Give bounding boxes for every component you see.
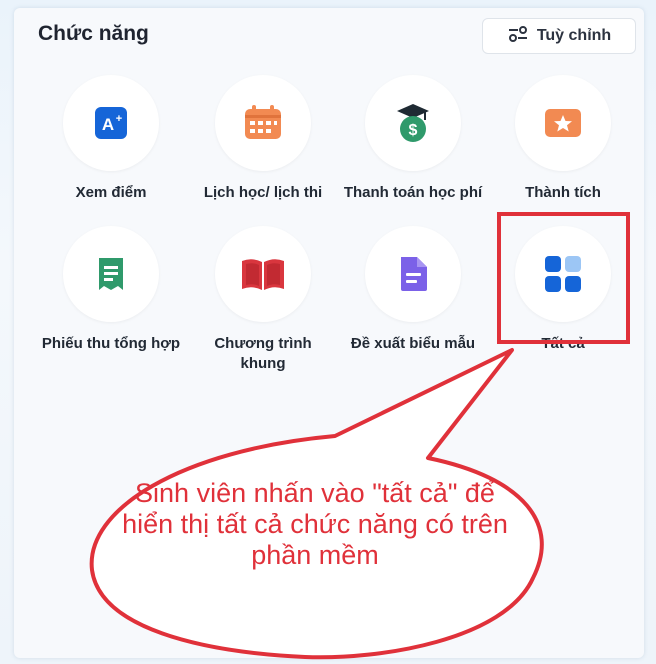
feature-label: Phiếu thu tổng hợp [41, 335, 181, 352]
feature-label: Đề xuất biểu mẫu [350, 335, 476, 352]
curriculum-book-icon [215, 226, 311, 322]
feature-label: Thành tích [525, 184, 601, 201]
form-document-icon [365, 226, 461, 322]
sliders-icon [507, 25, 529, 48]
feature-thanh-toan-hoc-phi[interactable]: $ Thanh toán học phí [338, 75, 488, 203]
calendar-icon [215, 75, 311, 171]
tuition-payment-icon: $ [365, 75, 461, 171]
highlight-box [497, 212, 630, 344]
customize-label: Tuỳ chỉnh [536, 27, 612, 44]
receipt-icon [63, 226, 159, 322]
customize-button[interactable]: Tuỳ chỉnh [482, 18, 636, 54]
feature-de-xuat-bieu-mau[interactable]: Đề xuất biểu mẫu [338, 226, 488, 354]
grade-icon: A + [63, 75, 159, 171]
svg-text:$: $ [409, 122, 418, 139]
callout-text: Sinh viên nhấn vào "tất cả" để hiển thị … [122, 478, 508, 570]
feature-label: Chương trình khung [214, 335, 312, 372]
svg-text:+: + [116, 113, 122, 125]
achievement-icon [515, 75, 611, 171]
feature-label: Lịch học/ lịch thi [203, 184, 323, 201]
feature-phieu-thu[interactable]: Phiếu thu tổng hợp [36, 226, 186, 354]
feature-xem-diem[interactable]: A + Xem điểm [36, 75, 186, 203]
feature-chuong-trinh-khung[interactable]: Chương trình khung [188, 226, 338, 374]
feature-label: Xem điểm [75, 184, 147, 201]
svg-text:A: A [102, 115, 114, 134]
feature-lich-hoc[interactable]: Lịch học/ lịch thi [188, 75, 338, 203]
panel-title: Chức năng [38, 22, 149, 45]
feature-label: Thanh toán học phí [343, 184, 483, 201]
feature-thanh-tich[interactable]: Thành tích [488, 75, 638, 203]
